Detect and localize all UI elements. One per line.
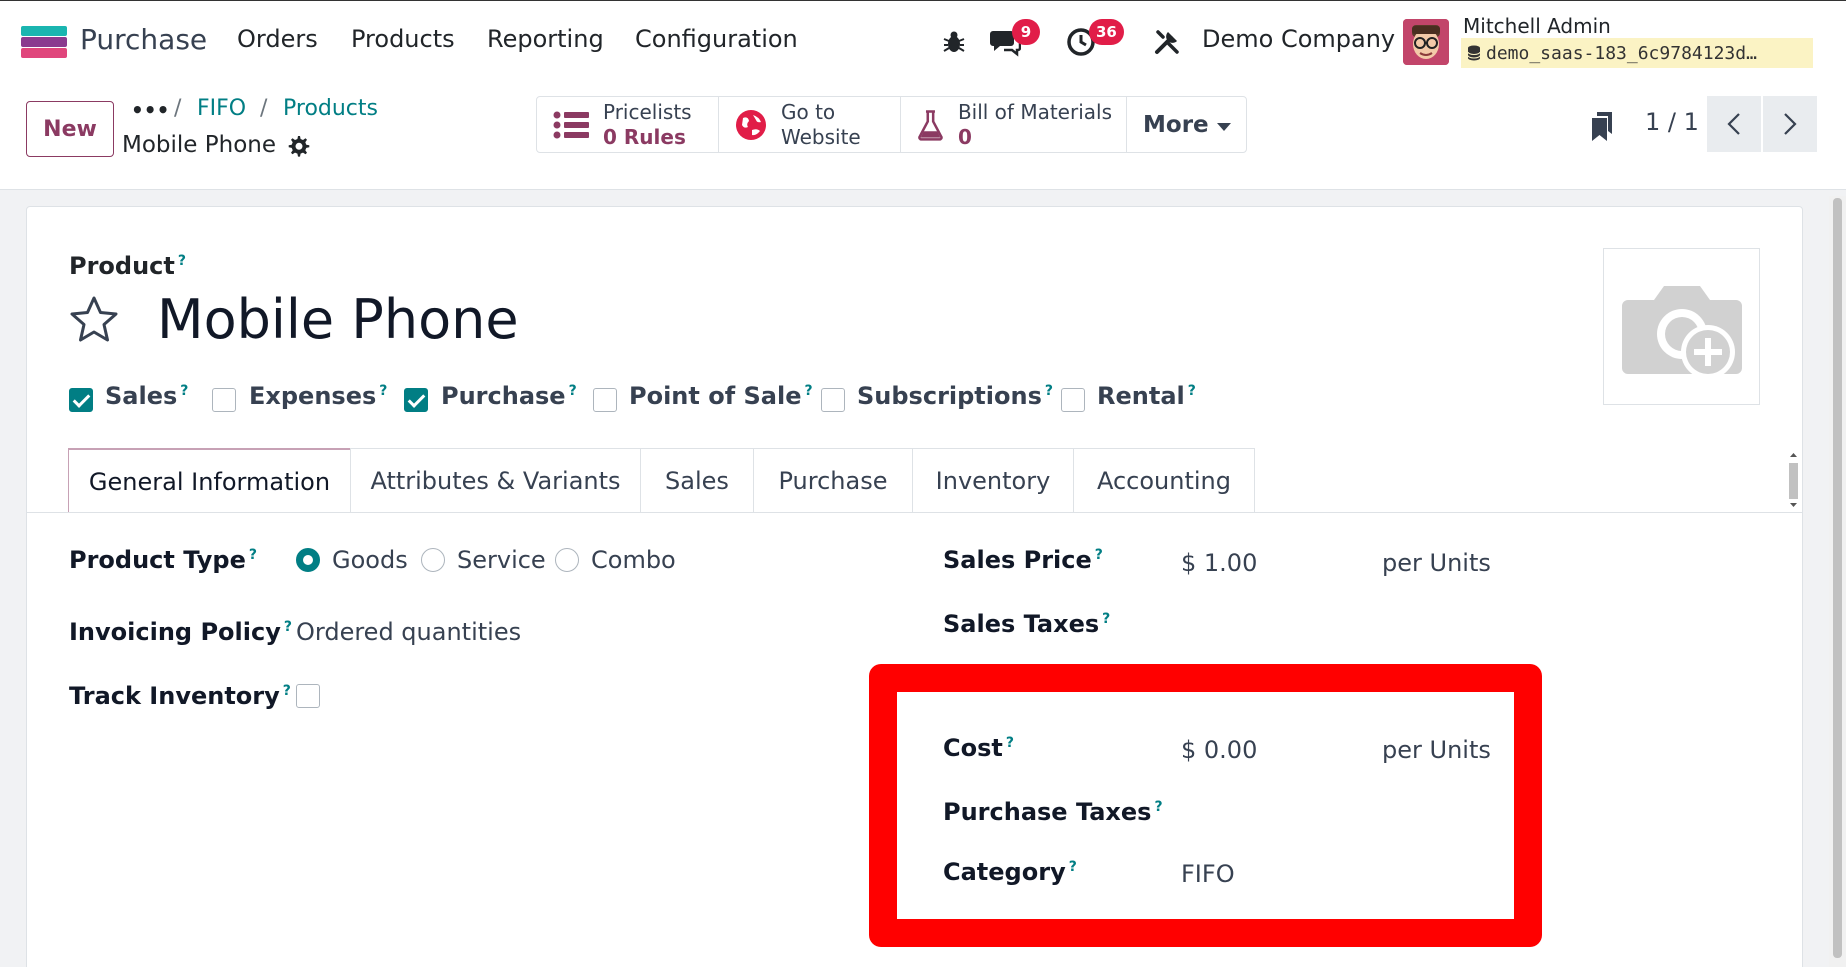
camera-plus-icon bbox=[1621, 285, 1742, 379]
sales-price-label: Sales Price? bbox=[943, 546, 1103, 574]
user-name[interactable]: Mitchell Admin bbox=[1463, 14, 1611, 38]
rental-checkbox[interactable] bbox=[1061, 388, 1085, 412]
product-type-combo-radio[interactable] bbox=[555, 548, 579, 572]
pricelists-smart-button[interactable]: Pricelists 0 Rules bbox=[537, 97, 719, 152]
messages-count-badge: 9 bbox=[1012, 19, 1040, 45]
product-image-upload[interactable] bbox=[1603, 248, 1760, 405]
sales-taxes-label: Sales Taxes? bbox=[943, 610, 1111, 638]
debug-bug-icon[interactable] bbox=[937, 25, 971, 59]
chevron-right-icon bbox=[1784, 113, 1797, 135]
app-name[interactable]: Purchase bbox=[80, 23, 207, 56]
breadcrumb-fifo[interactable]: FIFO bbox=[197, 96, 246, 121]
pager-next-button[interactable] bbox=[1763, 96, 1817, 152]
product-type-service-label[interactable]: Service bbox=[457, 546, 546, 574]
purchase-app-icon[interactable] bbox=[21, 26, 67, 58]
bom-title: Bill of Materials bbox=[957, 99, 1112, 124]
tools-icon[interactable] bbox=[1150, 25, 1184, 59]
flask-icon bbox=[918, 109, 943, 141]
invoicing-policy-label: Invoicing Policy? bbox=[69, 618, 292, 646]
website-title: Go to bbox=[781, 99, 836, 124]
database-name-text: demo_saas-183_6c9784123d… bbox=[1486, 42, 1757, 64]
user-avatar[interactable] bbox=[1403, 19, 1449, 65]
control-panel: New ••• / FIFO / Products Mobile Phone P… bbox=[0, 84, 1846, 190]
list-icon bbox=[553, 111, 589, 138]
tab-purchase[interactable]: Purchase bbox=[753, 448, 913, 513]
pager-value[interactable]: 1 / 1 bbox=[1645, 108, 1699, 136]
sales-checkbox[interactable] bbox=[69, 388, 93, 412]
gear-icon[interactable] bbox=[286, 134, 310, 162]
caret-down-icon bbox=[1216, 112, 1231, 138]
tab-attributes-variants[interactable]: Attributes & Variants bbox=[350, 448, 641, 513]
bill-of-materials-smart-button[interactable]: Bill of Materials 0 bbox=[901, 97, 1127, 152]
bom-value: 0 bbox=[957, 124, 972, 149]
subscriptions-checkbox-label: Subscriptions? bbox=[857, 382, 1053, 410]
activities-count-badge: 36 bbox=[1089, 19, 1124, 45]
point-of-sale-checkbox-label: Point of Sale? bbox=[629, 382, 813, 410]
website-value: Website bbox=[781, 124, 861, 149]
sales-price-field[interactable]: $ 1.00 bbox=[1181, 549, 1257, 577]
purchase-checkbox-label: Purchase? bbox=[441, 382, 577, 410]
form-tabs: General Information Attributes & Variant… bbox=[68, 448, 1255, 513]
globe-icon bbox=[736, 109, 766, 140]
pricelists-title: Pricelists bbox=[603, 99, 692, 124]
bookmark-icon[interactable] bbox=[1590, 110, 1614, 146]
go-to-website-smart-button[interactable]: Go to Website bbox=[719, 97, 901, 152]
favorite-star-icon[interactable] bbox=[68, 294, 120, 346]
product-type-goods-label[interactable]: Goods bbox=[332, 546, 408, 574]
pricelists-value: 0 Rules bbox=[603, 124, 686, 149]
highlight-box bbox=[869, 664, 1542, 947]
menu-configuration[interactable]: Configuration bbox=[635, 25, 798, 53]
breadcrumb-products[interactable]: Products bbox=[283, 96, 378, 121]
breadcrumb-more-button[interactable]: ••• bbox=[131, 98, 169, 122]
menu-reporting[interactable]: Reporting bbox=[487, 25, 604, 53]
tabs-scrollbar[interactable] bbox=[1787, 450, 1800, 510]
expenses-checkbox[interactable] bbox=[212, 388, 236, 412]
breadcrumb-current-record: Mobile Phone bbox=[122, 132, 277, 158]
new-button[interactable]: New bbox=[26, 101, 114, 157]
menu-orders[interactable]: Orders bbox=[237, 25, 318, 53]
database-name: demo_saas-183_6c9784123d… bbox=[1461, 38, 1813, 68]
page-scrollbar-thumb[interactable] bbox=[1833, 198, 1842, 958]
product-name-field[interactable]: Mobile Phone bbox=[157, 288, 519, 351]
top-navbar: Purchase Orders Products Reporting Confi… bbox=[0, 0, 1846, 84]
product-label-text: Product bbox=[69, 252, 175, 280]
smart-buttons-bar: Pricelists 0 Rules Go to Website Bill of M… bbox=[536, 96, 1247, 153]
tab-inventory[interactable]: Inventory bbox=[912, 448, 1074, 513]
database-icon bbox=[1467, 45, 1481, 61]
company-switcher[interactable]: Demo Company bbox=[1202, 25, 1395, 53]
breadcrumb-separator: / bbox=[174, 96, 182, 121]
menu-products[interactable]: Products bbox=[351, 25, 455, 53]
product-type-goods-radio[interactable] bbox=[296, 548, 320, 572]
more-dropdown-button[interactable]: More bbox=[1127, 97, 1246, 152]
subscriptions-checkbox[interactable] bbox=[821, 388, 845, 412]
product-type-service-radio[interactable] bbox=[421, 548, 445, 572]
more-label: More bbox=[1143, 111, 1209, 138]
track-inventory-label: Track Inventory? bbox=[69, 682, 291, 710]
tabs-divider bbox=[27, 512, 1802, 513]
track-inventory-checkbox[interactable] bbox=[296, 684, 320, 708]
pager-previous-button[interactable] bbox=[1707, 96, 1761, 152]
invoicing-policy-value[interactable]: Ordered quantities bbox=[296, 618, 521, 646]
purchase-checkbox[interactable] bbox=[404, 388, 428, 412]
point-of-sale-checkbox[interactable] bbox=[593, 388, 617, 412]
chevron-left-icon bbox=[1727, 113, 1740, 135]
breadcrumb-separator: / bbox=[260, 96, 268, 121]
sales-price-unit: per Units bbox=[1382, 549, 1491, 577]
sales-checkbox-label: Sales? bbox=[105, 382, 189, 410]
tab-sales[interactable]: Sales bbox=[640, 448, 754, 513]
expenses-checkbox-label: Expenses? bbox=[249, 382, 388, 410]
help-tooltip[interactable]: ? bbox=[178, 253, 186, 269]
product-type-combo-label[interactable]: Combo bbox=[591, 546, 676, 574]
product-label: Product? bbox=[69, 252, 186, 280]
tab-general-information[interactable]: General Information bbox=[68, 448, 351, 513]
tab-accounting[interactable]: Accounting bbox=[1073, 448, 1255, 513]
rental-checkbox-label: Rental? bbox=[1097, 382, 1196, 410]
product-type-label: Product Type? bbox=[69, 546, 257, 574]
